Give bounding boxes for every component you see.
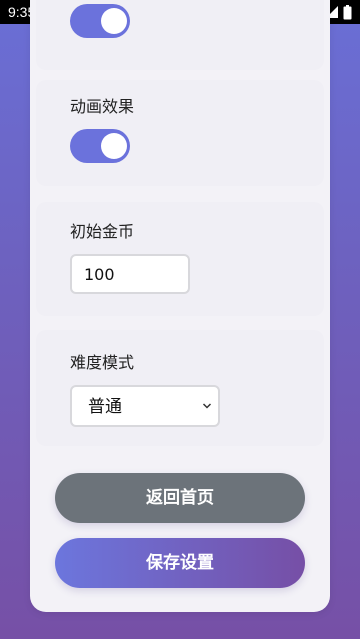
chevron-down-icon	[202, 403, 212, 409]
difficulty-selected-value: 普通	[88, 397, 122, 417]
animation-toggle[interactable]	[70, 129, 130, 163]
initial-coins-input[interactable]	[70, 254, 190, 294]
back-home-button[interactable]: 返回首页	[55, 473, 305, 523]
toggle-knob	[101, 8, 127, 34]
initial-coins-label: 初始金币	[70, 222, 135, 241]
battery-icon	[343, 4, 352, 19]
animation-label: 动画效果	[70, 97, 135, 116]
previous-setting-toggle[interactable]	[70, 4, 130, 38]
settings-card: 动画效果 初始金币 难度模式 普通 返回首页 保存设置	[30, 0, 330, 612]
difficulty-select[interactable]: 普通	[70, 385, 220, 427]
toggle-knob	[101, 133, 127, 159]
difficulty-label: 难度模式	[70, 353, 135, 372]
save-settings-button[interactable]: 保存设置	[55, 538, 305, 588]
